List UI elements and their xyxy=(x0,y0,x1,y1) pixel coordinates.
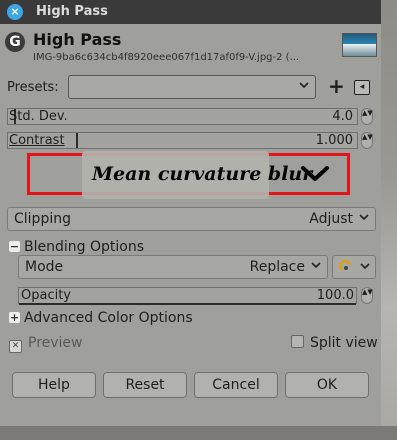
mode-label: Mode xyxy=(25,259,64,275)
window-title: High Pass xyxy=(36,4,108,19)
cancel-button[interactable]: Cancel xyxy=(194,372,278,398)
mode-combo[interactable]: Mode Replace xyxy=(18,255,328,279)
std-dev-label: Std. Dev. xyxy=(9,109,68,124)
ok-button[interactable]: OK xyxy=(285,372,369,398)
caption-text: Mean curvature blur xyxy=(92,163,313,185)
opacity-spinscale[interactable]: Opacity 100.0 xyxy=(18,287,357,305)
help-button[interactable]: Help xyxy=(12,372,96,398)
chevron-down-icon xyxy=(300,164,330,184)
clipping-label: Clipping xyxy=(14,211,71,227)
gimp-logo-icon: G xyxy=(5,32,25,52)
presets-menu-icon[interactable]: ◂ xyxy=(354,80,370,95)
image-thumbnail xyxy=(342,33,377,57)
std-dev-spinscale[interactable]: Std. Dev. 4.0 xyxy=(7,108,358,125)
blending-options-label: Blending Options xyxy=(24,239,144,255)
split-view-toggle[interactable]: Split view xyxy=(291,335,378,351)
contrast-spinscale[interactable]: Contrast 1.000 xyxy=(7,132,358,149)
image-name: IMG-9ba6c634cb4f8920eee067f1d17af0f9-V.j… xyxy=(33,52,300,63)
blending-options-expander[interactable]: − Blending Options xyxy=(9,239,144,255)
close-icon[interactable]: × xyxy=(7,4,23,20)
opacity-value: 100.0 xyxy=(316,288,354,303)
preview-checkbox[interactable]: ✕ xyxy=(9,340,22,353)
title-bar: × High Pass xyxy=(0,0,381,24)
advanced-color-options-label: Advanced Color Options xyxy=(24,310,193,326)
clipping-combo[interactable]: Clipping Adjust xyxy=(7,207,376,231)
std-dev-value: 4.0 xyxy=(332,109,353,124)
chevron-down-icon xyxy=(358,210,370,228)
opacity-label: Opacity xyxy=(21,288,72,303)
contrast-value: 1.000 xyxy=(315,133,353,148)
composite-mode-icon xyxy=(338,259,354,279)
std-dev-spin-arrows[interactable]: ▲▼ xyxy=(361,108,373,125)
preview-label: Preview xyxy=(28,335,83,351)
high-pass-dialog: G High Pass IMG-9ba6c634cb4f8920eee067f1… xyxy=(0,24,381,426)
expand-icon: + xyxy=(9,311,20,324)
clipping-value: Adjust xyxy=(309,211,353,227)
chevron-down-icon xyxy=(359,259,371,277)
advanced-color-options-expander[interactable]: + Advanced Color Options xyxy=(9,310,193,326)
background-photo-edge xyxy=(381,0,397,440)
collapse-icon: − xyxy=(9,240,20,253)
add-preset-button[interactable]: + xyxy=(328,74,345,98)
split-view-checkbox[interactable] xyxy=(291,335,304,348)
filter-title: High Pass xyxy=(33,30,122,49)
preview-toggle[interactable]: ✕ Preview xyxy=(9,335,83,353)
presets-combo[interactable] xyxy=(68,75,316,99)
presets-label: Presets: xyxy=(7,80,59,95)
chevron-down-icon xyxy=(310,258,322,276)
opacity-spin-arrows[interactable]: ▲▼ xyxy=(361,287,373,304)
chevron-down-icon xyxy=(298,79,310,95)
background-photo-bottom xyxy=(0,426,397,440)
split-view-label: Split view xyxy=(310,335,378,351)
mode-value: Replace xyxy=(249,259,305,275)
reset-button[interactable]: Reset xyxy=(103,372,187,398)
contrast-label: Contrast xyxy=(9,133,65,148)
composite-mode-button[interactable] xyxy=(332,255,376,279)
contrast-spin-arrows[interactable]: ▲▼ xyxy=(361,132,373,149)
